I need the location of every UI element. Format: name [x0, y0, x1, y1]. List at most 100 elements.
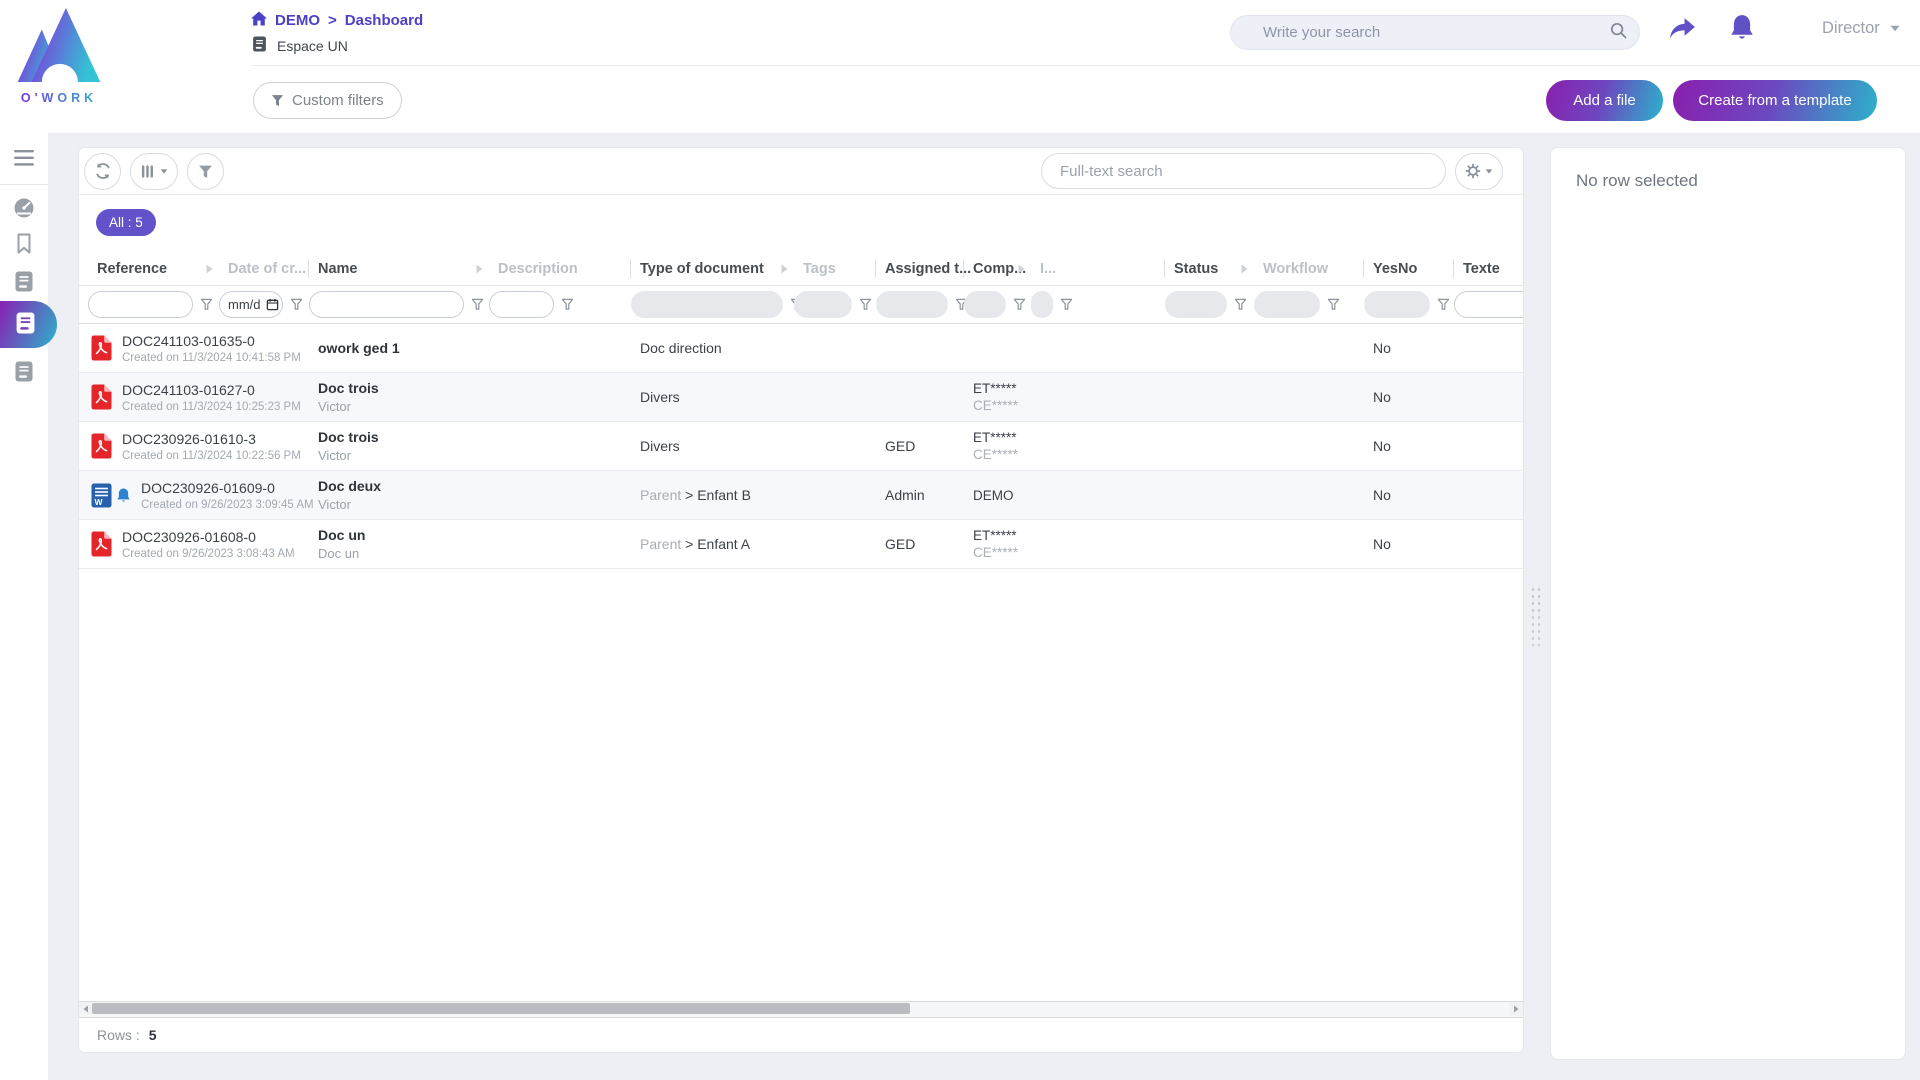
- custom-filters-button[interactable]: Custom filters: [253, 82, 402, 119]
- cell-reference: DOC241103-01627-0Created on 11/3/2024 10…: [87, 382, 218, 413]
- column-header-status[interactable]: Status: [1164, 252, 1253, 285]
- row-reference: DOC241103-01635-0: [122, 333, 301, 349]
- filter-input-texte[interactable]: [1454, 291, 1524, 318]
- filter-button[interactable]: [187, 153, 224, 190]
- funnel-icon[interactable]: [1060, 298, 1073, 311]
- filter-badges: All : 5: [79, 195, 1523, 252]
- row-yesno: No: [1373, 487, 1391, 503]
- row-comp-main: ET*****: [973, 430, 1030, 445]
- column-header-type[interactable]: Type of document: [630, 252, 793, 285]
- column-header-texte[interactable]: Texte: [1453, 252, 1524, 285]
- panel-resize-handle[interactable]: [1530, 586, 1543, 646]
- cell-yesno: No: [1363, 340, 1453, 356]
- filter-input-name[interactable]: [309, 291, 464, 318]
- funnel-icon[interactable]: [1437, 298, 1450, 311]
- breadcrumb-home[interactable]: DEMO: [275, 12, 320, 29]
- table-row[interactable]: DOC241103-01627-0Created on 11/3/2024 10…: [79, 373, 1523, 422]
- home-icon[interactable]: [251, 11, 267, 30]
- bell-icon: [1729, 29, 1755, 44]
- breadcrumb-current[interactable]: Dashboard: [345, 12, 423, 29]
- filter-badge-all[interactable]: All : 5: [96, 209, 156, 236]
- user-role: Director: [1822, 19, 1880, 38]
- row-type-parent[interactable]: Parent: [640, 536, 685, 552]
- column-settings-button[interactable]: [130, 153, 178, 190]
- table-filter-row: mm/d: [79, 286, 1523, 324]
- date-placeholder: mm/d: [228, 297, 261, 312]
- scroll-left-arrow[interactable]: [79, 1002, 93, 1015]
- row-reference: DOC230926-01610-3: [122, 431, 301, 447]
- row-type: Divers: [640, 438, 680, 454]
- funnel-icon[interactable]: [471, 298, 484, 311]
- sort-arrow-icon: [476, 264, 483, 274]
- cell-name: Doc unDoc un: [308, 527, 488, 561]
- funnel-icon[interactable]: [859, 298, 872, 311]
- cell-type: Parent > Enfant B: [630, 487, 793, 503]
- funnel-icon[interactable]: [290, 298, 303, 311]
- sidebar-item-bookmarks[interactable]: [14, 233, 34, 254]
- table-row[interactable]: WDOC230926-01609-0Created on 9/26/2023 3…: [79, 471, 1523, 520]
- global-search-input[interactable]: [1261, 23, 1610, 42]
- chevron-down-icon: [160, 169, 168, 174]
- add-file-label: Add a file: [1573, 92, 1636, 109]
- cell-yesno: No: [1363, 438, 1453, 454]
- funnel-icon[interactable]: [200, 298, 213, 311]
- user-menu[interactable]: Director: [1822, 19, 1900, 38]
- column-header-description[interactable]: Description: [488, 252, 630, 285]
- row-type-parent[interactable]: Parent: [640, 487, 685, 503]
- row-assigned: GED: [885, 438, 915, 454]
- column-header-assigned[interactable]: Assigned t...: [875, 252, 963, 285]
- notifications-button[interactable]: [1729, 13, 1755, 41]
- column-header-workflow[interactable]: Workflow: [1253, 252, 1363, 285]
- funnel-icon[interactable]: [1327, 298, 1340, 311]
- column-header-i[interactable]: I...: [1030, 252, 1164, 285]
- column-header-tags[interactable]: Tags: [793, 252, 875, 285]
- cell-assigned: GED: [875, 438, 963, 454]
- cell-type: Doc direction: [630, 340, 793, 356]
- fulltext-search-input[interactable]: [1041, 153, 1446, 189]
- settings-button[interactable]: [1455, 153, 1503, 190]
- search-icon[interactable]: [1610, 22, 1627, 44]
- refresh-button[interactable]: [84, 153, 121, 190]
- sidebar-item-documents-active[interactable]: [0, 301, 57, 348]
- sidebar-item-dashboard[interactable]: [13, 197, 35, 219]
- share-button[interactable]: [1668, 16, 1697, 41]
- funnel-icon[interactable]: [1013, 298, 1026, 311]
- cell-type: Parent > Enfant A: [630, 536, 793, 552]
- reference-text: DOC230926-01610-3Created on 11/3/2024 10…: [122, 431, 301, 462]
- calendar-icon[interactable]: [266, 298, 279, 311]
- create-template-button[interactable]: Create from a template: [1673, 80, 1877, 121]
- scrollbar-thumb[interactable]: [92, 1003, 910, 1014]
- columns-icon: [141, 164, 156, 179]
- filter-input-reference[interactable]: [88, 291, 193, 318]
- hamburger-icon: [14, 154, 34, 169]
- sidebar-item-library[interactable]: [14, 271, 34, 292]
- table-row[interactable]: DOC230926-01608-0Created on 9/26/2023 3:…: [79, 520, 1523, 569]
- row-name: owork ged 1: [318, 340, 488, 356]
- table-footer: Rows : 5: [79, 1018, 1523, 1052]
- cell-name: Doc troisVictor: [308, 429, 488, 463]
- sidebar-menu-toggle[interactable]: [14, 150, 34, 166]
- table-row[interactable]: DOC230926-01610-3Created on 11/3/2024 10…: [79, 422, 1523, 471]
- rows-count-label: Rows :: [97, 1027, 140, 1043]
- add-file-button[interactable]: Add a file: [1546, 80, 1663, 121]
- header-divider: [252, 65, 1920, 66]
- filter-input-type-disabled: [631, 291, 783, 318]
- sidebar-item-archive[interactable]: [14, 361, 34, 382]
- row-created: Created on 9/26/2023 3:09:45 AM: [141, 499, 314, 511]
- column-header-date[interactable]: Date of cr...: [218, 252, 308, 285]
- column-header-reference[interactable]: Reference: [87, 252, 218, 285]
- scroll-right-arrow[interactable]: [1509, 1002, 1523, 1015]
- column-header-name[interactable]: Name: [308, 252, 488, 285]
- date-filter-input[interactable]: mm/d: [219, 291, 283, 318]
- table-row[interactable]: DOC241103-01635-0Created on 11/3/2024 10…: [79, 324, 1523, 373]
- row-yesno: No: [1373, 340, 1391, 356]
- funnel-icon[interactable]: [1234, 298, 1247, 311]
- row-yesno: No: [1373, 536, 1391, 552]
- cell-name: Doc deuxVictor: [308, 478, 488, 512]
- filter-input-description[interactable]: [489, 291, 554, 318]
- column-header-yesno[interactable]: YesNo: [1363, 252, 1453, 285]
- column-label: Workflow: [1263, 261, 1328, 277]
- funnel-icon[interactable]: [561, 298, 574, 311]
- horizontal-scrollbar[interactable]: [79, 1001, 1523, 1018]
- cell-comp: ET*****CE*****: [963, 381, 1030, 413]
